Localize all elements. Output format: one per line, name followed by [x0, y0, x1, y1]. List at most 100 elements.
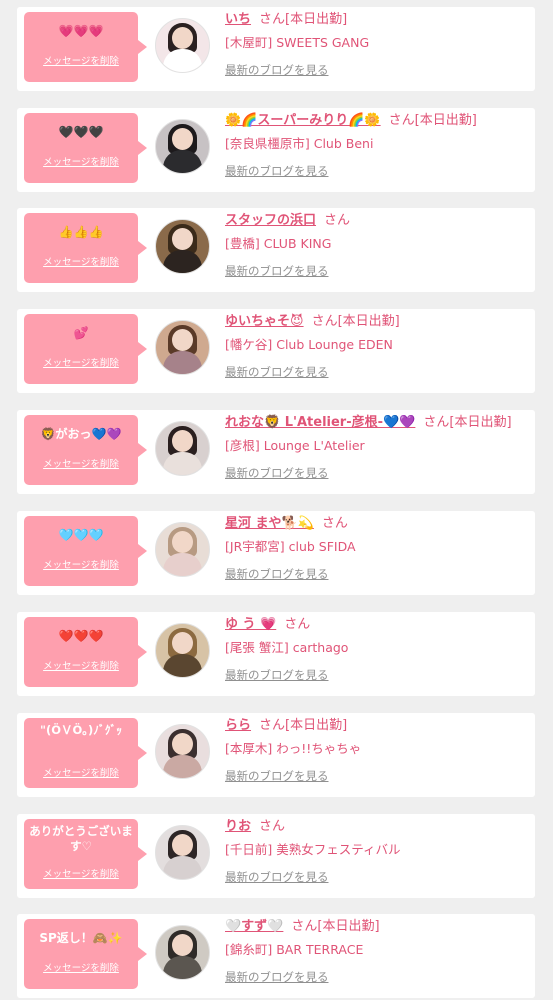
- cast-name-link[interactable]: スタッフの浜口: [225, 213, 316, 228]
- message-text: ありがとうございます♡: [29, 824, 133, 853]
- avatar[interactable]: [155, 825, 210, 880]
- delete-message-link[interactable]: メッセージを削除: [24, 355, 138, 369]
- view-latest-blog-link[interactable]: 最新のブログを見る: [225, 63, 329, 77]
- name-line: ゆいちゃそ😈 さん[本日出勤]: [225, 313, 400, 331]
- message-text: ❤️❤️❤️: [58, 629, 104, 643]
- view-latest-blog-link[interactable]: 最新のブログを見る: [225, 970, 329, 984]
- name-line: りお さん: [225, 818, 285, 836]
- cast-name-link[interactable]: ゆ う 💗: [225, 617, 276, 632]
- cast-name-link[interactable]: 🌼🌈スーパーみりり🌈🌼: [225, 113, 381, 128]
- working-today-badge: [本日出勤]: [414, 113, 477, 128]
- shop-name: [幡ケ谷] Club Lounge EDEN: [225, 337, 393, 352]
- avatar-face-shape: [172, 27, 193, 49]
- avatar-face-shape: [172, 430, 193, 452]
- avatar-body-shape: [163, 755, 202, 778]
- view-latest-blog-link[interactable]: 最新のブログを見る: [225, 668, 329, 682]
- shop-name: [JR宇都宮] club SFIDA: [225, 539, 356, 554]
- avatar-face-shape: [172, 934, 193, 956]
- message-bubble: SP返し！🙈✨ メッセージを削除: [24, 919, 147, 989]
- cast-name-link[interactable]: 🤍すず🤍: [225, 919, 283, 934]
- view-latest-blog-link[interactable]: 最新のブログを見る: [225, 567, 329, 581]
- shop-name: [奈良県橿原市] Club Beni: [225, 136, 374, 151]
- avatar[interactable]: [155, 320, 210, 375]
- cast-name-link[interactable]: れおな🦁 L'Atelier-彦根-💙💜: [225, 415, 415, 430]
- avatar-face-shape: [172, 632, 193, 654]
- delete-message-link[interactable]: メッセージを削除: [24, 53, 138, 67]
- message-card: "(ӦＶӦ｡)ﾉﾞｸﾞｯ メッセージを削除 らら さん[本日出勤] [本厚木] わっ!!…: [17, 713, 535, 797]
- view-latest-blog-link[interactable]: 最新のブログを見る: [225, 870, 329, 884]
- shop-name: [尾張 蟹江] carthago: [225, 640, 349, 655]
- cast-name-link[interactable]: りお: [225, 819, 251, 834]
- message-card: 💗💗💗 メッセージを削除 いち さん[本日出勤] [木屋町] SWEETS GANG 最新…: [17, 7, 535, 91]
- delete-message-link[interactable]: メッセージを削除: [24, 154, 138, 168]
- delete-message-link[interactable]: メッセージを削除: [24, 254, 138, 268]
- avatar[interactable]: [155, 522, 210, 577]
- avatar-face-shape: [172, 834, 193, 856]
- delete-message-link[interactable]: メッセージを削除: [24, 960, 138, 974]
- cast-name-link[interactable]: 星河 まや🐕💫: [225, 516, 314, 531]
- name-line: いち さん[本日出勤]: [225, 11, 347, 29]
- honorific: さん: [423, 415, 450, 430]
- cast-name-link[interactable]: いち: [225, 12, 251, 27]
- shop-name: [木屋町] SWEETS GANG: [225, 35, 370, 50]
- avatar[interactable]: [155, 724, 210, 779]
- message-card: SP返し！🙈✨ メッセージを削除 🤍すず🤍 さん[本日出勤] [錦糸町] BAR TER…: [17, 914, 535, 998]
- avatar-body-shape: [163, 654, 202, 677]
- honorific: さん: [284, 617, 311, 632]
- message-bubble: 🖤🖤🖤 メッセージを削除: [24, 113, 147, 183]
- avatar-face-shape: [172, 531, 193, 553]
- avatar[interactable]: [155, 18, 210, 73]
- avatar[interactable]: [155, 421, 210, 476]
- avatar-body-shape: [163, 856, 202, 879]
- cast-name-link[interactable]: らら: [225, 718, 251, 733]
- honorific: さん: [291, 919, 318, 934]
- name-line: 🌼🌈スーパーみりり🌈🌼 さん[本日出勤]: [225, 112, 477, 130]
- shop-name: [彦根] Lounge L'Atelier: [225, 438, 365, 453]
- avatar-body-shape: [163, 452, 202, 475]
- avatar-face-shape: [172, 228, 193, 250]
- honorific: さん: [259, 819, 286, 834]
- working-today-badge: [本日出勤]: [285, 12, 348, 27]
- message-bubble: 💕 メッセージを削除: [24, 314, 147, 384]
- working-today-badge: [本日出勤]: [317, 919, 380, 934]
- name-line: 星河 まや🐕💫 さん: [225, 515, 348, 533]
- name-line: らら さん[本日出勤]: [225, 717, 347, 735]
- message-card: 🦁がおっ💙💜 メッセージを削除 れおな🦁 L'Atelier-彦根-💙💜 さん[本日出…: [17, 410, 535, 494]
- avatar[interactable]: [155, 925, 210, 980]
- avatar[interactable]: [155, 119, 210, 174]
- avatar-body-shape: [163, 49, 202, 72]
- message-text: 👍👍👍: [58, 225, 104, 239]
- avatar[interactable]: [155, 623, 210, 678]
- message-text: 💗💗💗: [58, 24, 104, 38]
- honorific: さん: [259, 12, 286, 27]
- delete-message-link[interactable]: メッセージを削除: [24, 658, 138, 672]
- delete-message-link[interactable]: メッセージを削除: [24, 866, 138, 880]
- message-card: ❤️❤️❤️ メッセージを削除 ゆ う 💗 さん [尾張 蟹江] carthago 最新の…: [17, 612, 535, 696]
- view-latest-blog-link[interactable]: 最新のブログを見る: [225, 769, 329, 783]
- message-text: 🦁がおっ💙💜: [40, 427, 122, 441]
- message-card: 💕 メッセージを削除 ゆいちゃそ😈 さん[本日出勤] [幡ケ谷] Club Lounge…: [17, 309, 535, 393]
- avatar[interactable]: [155, 219, 210, 274]
- delete-message-link[interactable]: メッセージを削除: [24, 456, 138, 470]
- avatar-face-shape: [172, 733, 193, 755]
- working-today-badge: [本日出勤]: [449, 415, 512, 430]
- delete-message-link[interactable]: メッセージを削除: [24, 765, 138, 779]
- view-latest-blog-link[interactable]: 最新のブログを見る: [225, 466, 329, 480]
- view-latest-blog-link[interactable]: 最新のブログを見る: [225, 264, 329, 278]
- honorific: さん: [259, 718, 286, 733]
- view-latest-blog-link[interactable]: 最新のブログを見る: [225, 164, 329, 178]
- working-today-badge: [本日出勤]: [337, 314, 400, 329]
- avatar-body-shape: [163, 351, 202, 374]
- message-bubble: 👍👍👍 メッセージを削除: [24, 213, 147, 283]
- delete-message-link[interactable]: メッセージを削除: [24, 557, 138, 571]
- cast-name-link[interactable]: ゆいちゃそ😈: [225, 314, 304, 329]
- shop-name: [豊橋] CLUB KING: [225, 236, 332, 251]
- name-line: スタッフの浜口 さん: [225, 212, 350, 230]
- view-latest-blog-link[interactable]: 最新のブログを見る: [225, 365, 329, 379]
- message-bubble: 🩵🩵🩵 メッセージを削除: [24, 516, 147, 586]
- honorific: さん: [388, 113, 415, 128]
- message-bubble: ありがとうございます♡ メッセージを削除: [24, 819, 147, 889]
- working-today-badge: [本日出勤]: [285, 718, 348, 733]
- name-line: れおな🦁 L'Atelier-彦根-💙💜 さん[本日出勤]: [225, 414, 512, 432]
- shop-name: [千日前] 美熟女フェスティバル: [225, 842, 401, 857]
